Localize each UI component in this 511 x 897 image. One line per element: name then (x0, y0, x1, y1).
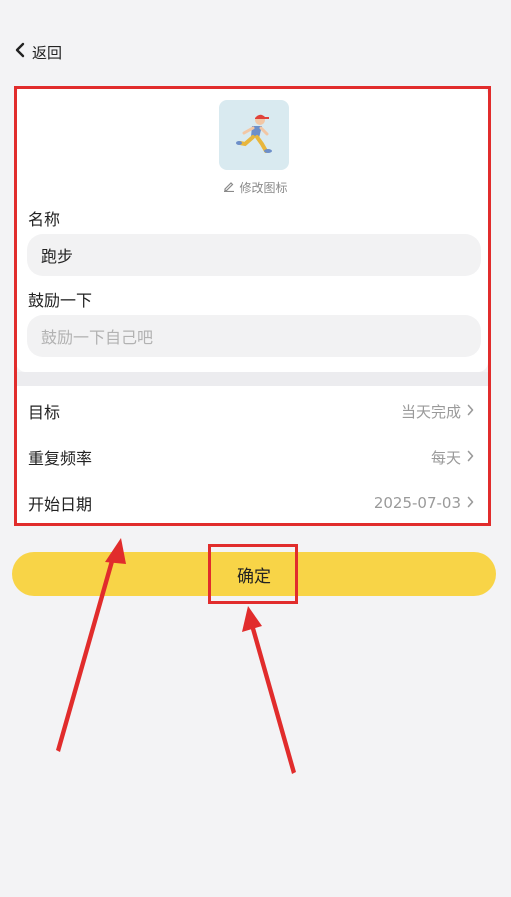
habit-icon-tile[interactable] (219, 100, 289, 170)
back-button[interactable]: 返回 (14, 38, 62, 66)
section-divider (16, 372, 488, 386)
goal-value: 当天完成 (400, 402, 461, 421)
name-input[interactable]: 跑步 (27, 234, 481, 276)
start-date-value: 2025-07-03 (373, 494, 461, 512)
repeat-frequency-label: 重复频率 (28, 449, 93, 468)
back-label: 返回 (32, 43, 63, 62)
chevron-right-icon (467, 494, 474, 512)
pencil-icon (223, 180, 235, 195)
repeat-frequency-value: 每天 (430, 448, 461, 467)
start-date-label: 开始日期 (28, 495, 93, 514)
encourage-input[interactable]: 鼓励一下自己吧 (27, 315, 481, 357)
chevron-right-icon (467, 402, 474, 420)
confirm-label: 确定 (237, 566, 271, 587)
encourage-label: 鼓励一下 (28, 291, 93, 310)
confirm-button[interactable]: 确定 (12, 552, 496, 596)
running-person-icon (232, 111, 276, 159)
arrow-head-confirm (242, 606, 262, 632)
goal-label: 目标 (28, 403, 61, 422)
chevron-left-icon (14, 42, 26, 62)
name-label: 名称 (28, 210, 61, 229)
edit-icon-label: 修改图标 (239, 180, 288, 195)
edit-icon-button[interactable]: 修改图标 (0, 178, 511, 196)
chevron-right-icon (467, 448, 474, 466)
goal-row[interactable]: 目标 当天完成 (16, 388, 488, 434)
arrow-to-confirm (250, 624, 296, 774)
repeat-frequency-row[interactable]: 重复频率 每天 (16, 434, 488, 480)
start-date-row[interactable]: 开始日期 2025-07-03 (16, 480, 488, 526)
